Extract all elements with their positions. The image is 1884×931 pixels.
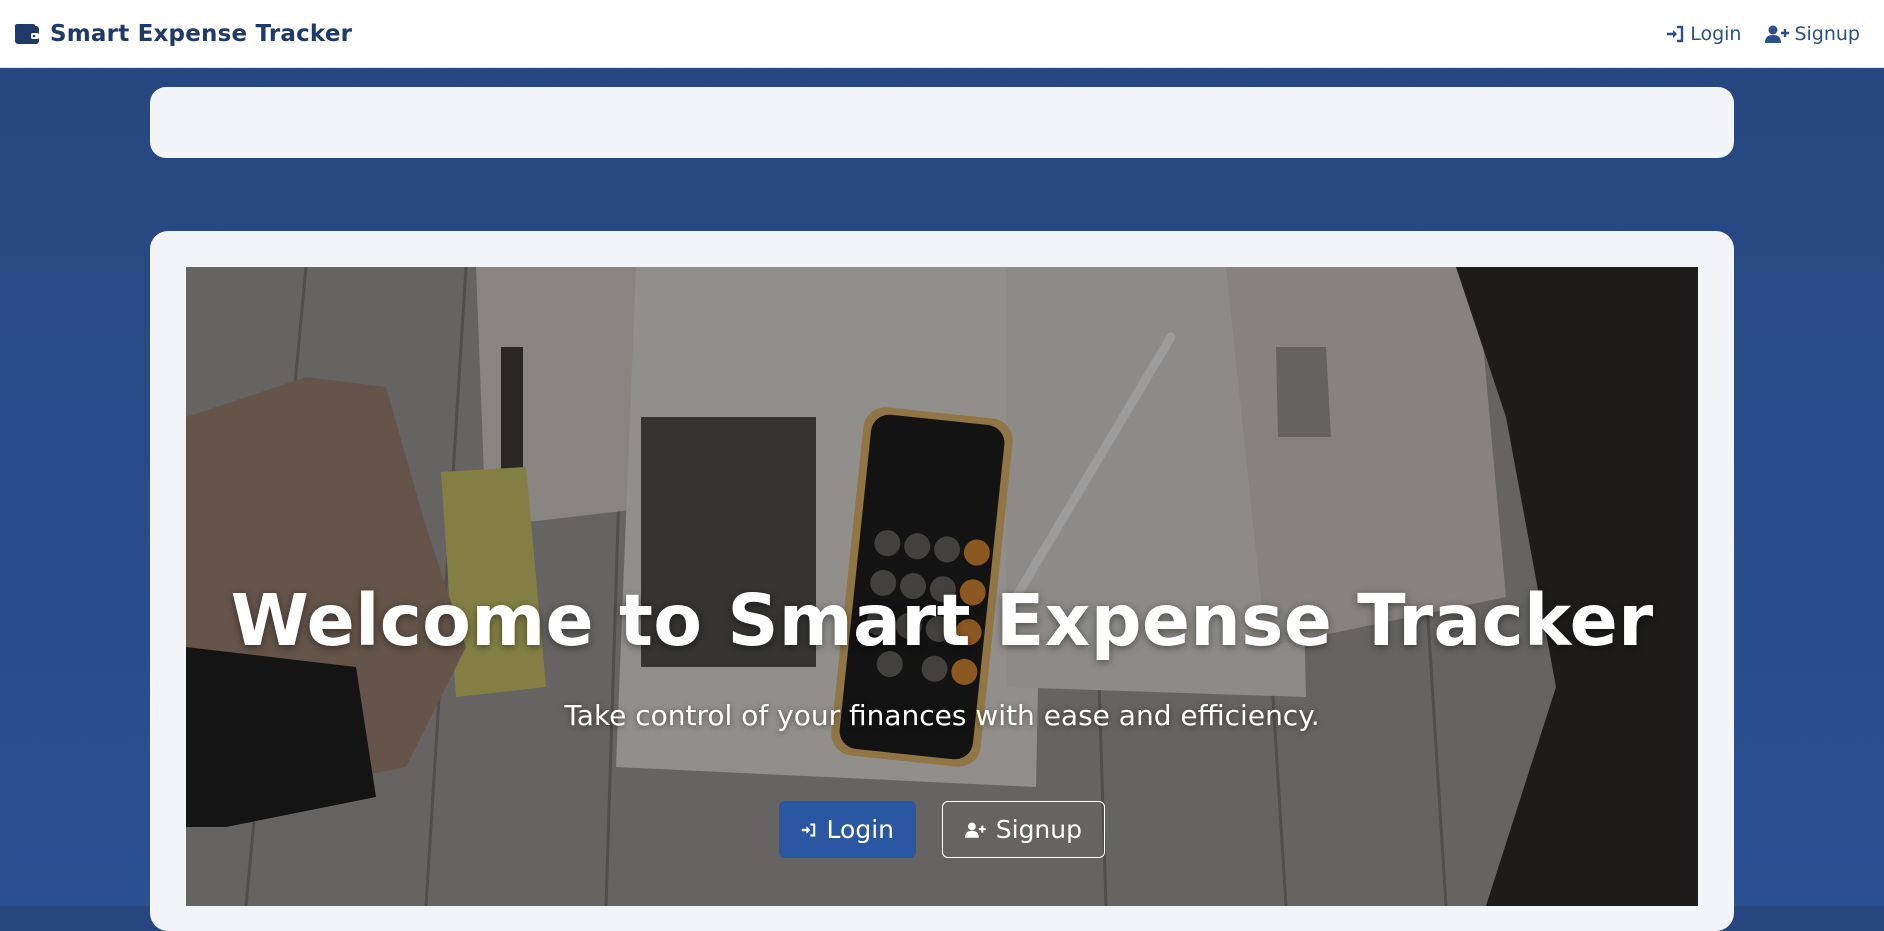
hero-buttons: Login Signup — [779, 801, 1105, 858]
wallet-icon — [15, 24, 39, 44]
nav-signup-label: Signup — [1794, 23, 1860, 45]
nav-login-link[interactable]: Login — [1665, 23, 1741, 45]
nav-login-label: Login — [1690, 23, 1742, 45]
hero-title: Welcome to Smart Expense Tracker — [230, 579, 1654, 662]
hero-login-button[interactable]: Login — [779, 801, 916, 858]
hero-login-label: Login — [826, 815, 894, 844]
nav-signup-link[interactable]: Signup — [1765, 23, 1860, 45]
hero-signup-label: Signup — [995, 815, 1082, 844]
nav-links: Login Signup — [1665, 20, 1860, 48]
brand[interactable]: Smart Expense Tracker — [14, 18, 352, 50]
hero-subtitle: Take control of your finances with ease … — [564, 699, 1320, 732]
user-plus-icon — [965, 822, 986, 838]
brand-title: Smart Expense Tracker — [50, 21, 353, 47]
user-plus-icon — [1765, 25, 1790, 43]
hero-signup-button[interactable]: Signup — [942, 801, 1105, 858]
hero-section: Welcome to Smart Expense Tracker Take co… — [186, 267, 1698, 906]
sign-in-icon — [801, 823, 816, 836]
sign-in-icon — [1667, 25, 1684, 43]
top-navbar: Smart Expense Tracker Login Signup — [0, 0, 1884, 68]
top-banner-card — [150, 87, 1734, 158]
